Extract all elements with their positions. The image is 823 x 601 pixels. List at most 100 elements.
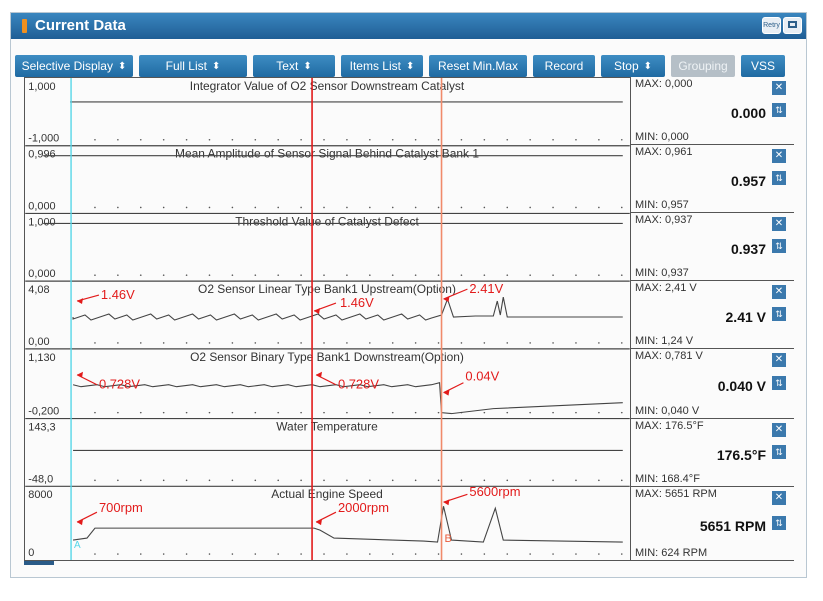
signal-name-label: O2 Sensor Linear Type Bank1 Upstream(Opt… (198, 282, 456, 296)
signal-name-label: Mean Amplitude of Sensor Signal Behind C… (175, 147, 479, 161)
sort-signal-button[interactable]: ⇅ (772, 307, 786, 321)
grid-dot (94, 342, 96, 344)
sort-signal-button[interactable]: ⇅ (772, 445, 786, 459)
grid-dot (598, 342, 600, 344)
grid-dot (552, 274, 554, 276)
retry-button[interactable]: Retry (762, 17, 781, 34)
sort-signal-button[interactable]: ⇅ (772, 103, 786, 117)
toolbar-button-label: Grouping (678, 59, 728, 73)
grid-dot (437, 411, 440, 414)
remove-signal-button[interactable]: ✕ (772, 217, 786, 231)
grid-dot (575, 138, 577, 141)
toolbar-button-full-list[interactable]: Full List ⬍ (139, 55, 247, 77)
toolbar-button-selective-display[interactable]: Selective Display ⬍ (15, 55, 133, 77)
grid-dot (185, 479, 188, 482)
remove-signal-button[interactable]: ✕ (772, 423, 786, 437)
y-axis-max-label: 1,000 (28, 216, 55, 228)
scroll-indicator[interactable] (24, 561, 54, 565)
grid-dot (254, 411, 257, 414)
toolbar-button-record[interactable]: Record (533, 55, 595, 77)
grid-dot (506, 206, 509, 209)
max-value: MAX: 0,961 (635, 146, 693, 158)
signal-name-label: Water Temperature (276, 420, 378, 434)
grid-dot (437, 274, 440, 276)
grid-dot (117, 342, 119, 344)
grid-dot (460, 206, 463, 209)
grid-dot (391, 411, 394, 414)
current-value: 0.040 V (717, 378, 766, 394)
grid-dot (277, 411, 280, 414)
grid-dot (208, 138, 211, 141)
annotation-arrow-head (77, 298, 84, 305)
grid-dot (346, 553, 348, 555)
grid-dot (620, 411, 623, 414)
toolbar-button-label: Stop (613, 59, 639, 73)
grid-dot (529, 411, 531, 414)
grid-dot (231, 411, 234, 414)
sort-signal-button[interactable]: ⇅ (772, 239, 786, 253)
toolbar-button-label: Items List (349, 59, 401, 73)
annotation-label: 2000rpm (338, 500, 389, 515)
y-axis-max-label: 1,000 (28, 81, 55, 93)
max-value: MAX: 5651 RPM (635, 488, 717, 500)
grid-dot (208, 206, 211, 209)
toolbar-button-stop[interactable]: Stop ⬍ (601, 55, 665, 77)
maximize-button[interactable] (783, 17, 802, 34)
remove-signal-button[interactable]: ✕ (772, 285, 786, 299)
current-value: 0.957 (730, 173, 766, 189)
remove-signal-button[interactable]: ✕ (772, 353, 786, 367)
sort-signal-button[interactable]: ⇅ (772, 171, 786, 185)
grid-dot (620, 553, 623, 555)
toolbar-button-text[interactable]: Text ⬍ (253, 55, 335, 77)
grid-dot (162, 206, 165, 209)
grid-dot (94, 138, 96, 141)
grid-dot (460, 479, 463, 482)
grid-dot (117, 138, 119, 141)
toolbar-button-items-list[interactable]: Items List ⬍ (341, 55, 423, 77)
grid-dot (185, 274, 188, 276)
grid-dot (323, 206, 325, 209)
maximize-icon (788, 21, 797, 28)
signal-value-row: MAX: 2,41 V ✕ 2.41 V ⇅ MIN: 1,24 V (631, 281, 794, 349)
y-axis-min-label: -1,000 (28, 133, 59, 145)
grid-dot (254, 553, 257, 555)
grid-dot (94, 479, 96, 482)
grid-dot (598, 206, 600, 209)
remove-signal-button[interactable]: ✕ (772, 149, 786, 163)
sort-signal-button[interactable]: ⇅ (772, 376, 786, 390)
grid-dot (483, 411, 486, 414)
remove-signal-button[interactable]: ✕ (772, 81, 786, 95)
grid-dot (254, 206, 257, 209)
remove-signal-button[interactable]: ✕ (772, 491, 786, 505)
grid-dot (552, 342, 554, 344)
grid-dot (162, 479, 165, 482)
grid-dot (185, 206, 188, 209)
annotation-label: 1.46V (340, 295, 374, 310)
grid-dot (117, 274, 119, 276)
toolbar-button-grouping[interactable]: Grouping (671, 55, 735, 77)
grid-dot (391, 553, 394, 555)
toolbar-button-reset-min-max[interactable]: Reset Min.Max (429, 55, 527, 77)
grid-dot (277, 274, 280, 276)
grid-dot (620, 138, 623, 141)
toolbar-button-label: Reset Min.Max (437, 59, 519, 73)
y-axis-max-label: 1,130 (28, 352, 55, 364)
grid-dot (323, 479, 325, 482)
grid-dot (277, 138, 280, 141)
grid-dot (346, 411, 348, 414)
updown-arrow-icon: ⬍ (405, 60, 415, 72)
grid-dot (208, 553, 211, 555)
grid-dot (277, 553, 280, 555)
min-value: MIN: 0,040 V (635, 405, 700, 417)
sort-signal-button[interactable]: ⇅ (772, 516, 786, 530)
grid-dot (483, 479, 486, 482)
annotation-label: 1.46V (101, 287, 135, 302)
toolbar-button-vss[interactable]: VSS (741, 55, 785, 77)
grid-dot (346, 138, 348, 141)
grid-dot (460, 274, 463, 276)
y-axis-max-label: 8000 (28, 489, 52, 501)
grid-dot (506, 274, 509, 276)
y-axis-min-label: 0,000 (28, 268, 55, 280)
signal-value-row: MAX: 5651 RPM ✕ 5651 RPM ⇅ MIN: 624 RPM (631, 487, 794, 561)
grid-dot (506, 342, 509, 344)
